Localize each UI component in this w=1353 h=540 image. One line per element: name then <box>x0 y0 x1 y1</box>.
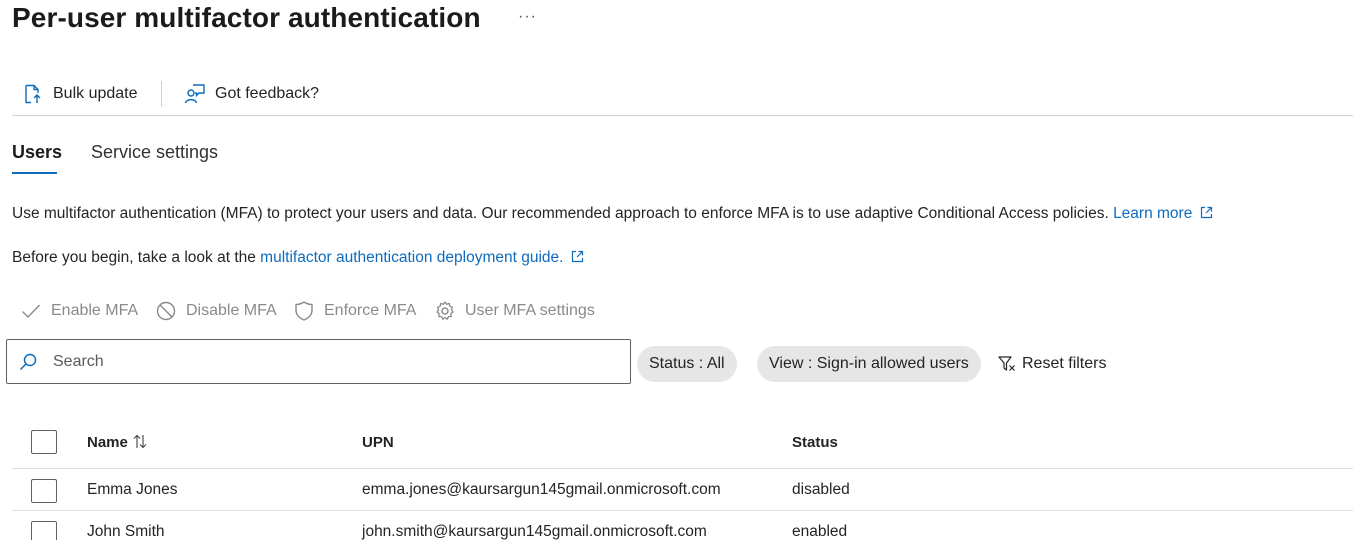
sort-arrows-icon[interactable] <box>133 434 147 449</box>
enforce-mfa-button[interactable]: Enforce MFA <box>293 297 416 325</box>
feedback-button[interactable]: Got feedback? <box>184 80 319 108</box>
description-text: Use multifactor authentication (MFA) to … <box>12 205 1114 222</box>
prohibited-icon <box>156 301 176 321</box>
user-name-cell: Emma Jones <box>87 481 178 498</box>
user-status-cell: disabled <box>792 481 850 498</box>
checkmark-icon <box>22 304 41 319</box>
disable-mfa-button[interactable]: Disable MFA <box>155 297 277 325</box>
disable-mfa-label: Disable MFA <box>186 302 277 319</box>
table-header-row: Name UPN Status <box>12 418 1353 469</box>
toolbar-divider <box>161 81 162 107</box>
user-mfa-settings-label: User MFA settings <box>465 302 595 319</box>
document-arrow-icon <box>25 84 41 104</box>
enable-mfa-label: Enable MFA <box>51 302 139 319</box>
gear-icon <box>436 301 454 320</box>
guide-intro-text: Before you begin, take a look at the <box>12 249 261 266</box>
bulk-update-button[interactable]: Bulk update <box>22 80 138 108</box>
search-icon <box>19 353 37 371</box>
active-tab-indicator <box>12 172 57 174</box>
feedback-person-icon <box>184 84 205 104</box>
feedback-label: Got feedback? <box>215 85 320 102</box>
mfa-page: Per-user multifactor authentication ··· … <box>0 0 1353 540</box>
filter-dismiss-icon <box>998 356 1015 371</box>
shield-icon <box>295 301 313 321</box>
page-title: Per-user multifactor authentication <box>12 2 481 33</box>
deployment-guide-text: Before you begin, take a look at the mul… <box>12 249 584 267</box>
external-link-icon[interactable] <box>571 250 584 263</box>
view-filter-pill[interactable]: View : Sign-in allowed users <box>757 346 981 382</box>
column-header-status[interactable]: Status <box>792 434 838 451</box>
reset-filters-label: Reset filters <box>1022 355 1107 372</box>
tab-users[interactable]: Users <box>12 142 62 163</box>
tab-service-settings[interactable]: Service settings <box>91 142 218 163</box>
user-upn-cell: john.smith@kaursargun145gmail.onmicrosof… <box>362 523 707 540</box>
row-checkbox[interactable] <box>31 479 57 503</box>
name-header-label: Name <box>87 434 128 451</box>
search-input[interactable] <box>51 348 611 376</box>
select-all-checkbox[interactable] <box>31 430 57 454</box>
learn-more-link[interactable]: Learn more <box>1113 205 1192 222</box>
user-mfa-settings-button[interactable]: User MFA settings <box>434 297 595 325</box>
search-box <box>6 339 631 384</box>
row-checkbox[interactable] <box>31 521 57 540</box>
column-header-name[interactable]: Name <box>87 434 147 451</box>
status-filter-pill[interactable]: Status : All <box>637 346 737 382</box>
deployment-guide-link[interactable]: multifactor authentication deployment gu… <box>260 249 563 266</box>
table-row[interactable]: Emma Jones emma.jones@kaursargun145gmail… <box>12 470 1353 511</box>
user-name-cell: John Smith <box>87 523 165 540</box>
more-options-icon[interactable]: ··· <box>518 8 537 26</box>
column-header-upn[interactable]: UPN <box>362 434 394 451</box>
table-row[interactable]: John Smith john.smith@kaursargun145gmail… <box>12 512 1353 540</box>
reset-filters-button[interactable]: Reset filters <box>998 350 1106 378</box>
enable-mfa-button[interactable]: Enable MFA <box>20 297 138 325</box>
enforce-mfa-label: Enforce MFA <box>324 302 417 319</box>
user-upn-cell: emma.jones@kaursargun145gmail.onmicrosof… <box>362 481 721 498</box>
user-status-cell: enabled <box>792 523 848 540</box>
mfa-description: Use multifactor authentication (MFA) to … <box>12 205 1213 223</box>
external-link-icon[interactable] <box>1200 206 1213 219</box>
bulk-update-label: Bulk update <box>53 85 138 102</box>
command-bar: Bulk update Got feedback? <box>12 72 1353 116</box>
